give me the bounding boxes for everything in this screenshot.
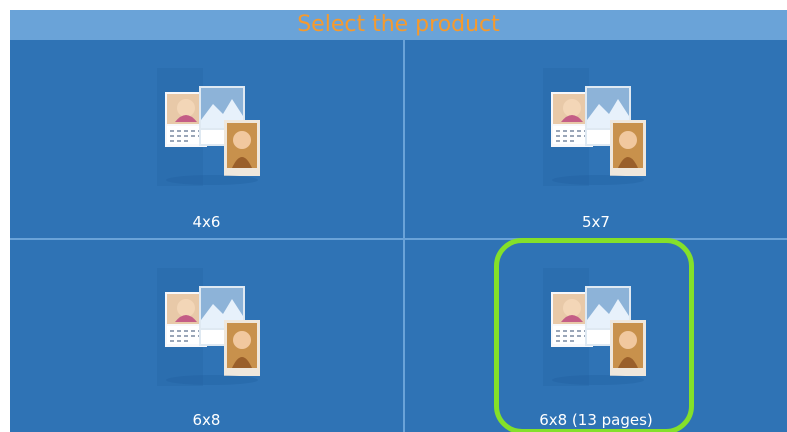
product-label: 6x8 [192, 411, 221, 429]
calendar-photo-product-icon [157, 268, 260, 386]
page-title: Select the product [10, 10, 787, 40]
product-label: 5x7 [582, 213, 610, 231]
calendar-photo-product-icon [157, 68, 260, 186]
product-label: 4x6 [192, 213, 221, 231]
calendar-photo-product-icon [543, 68, 646, 186]
product-tile-4x6[interactable]: 4x6 [10, 40, 403, 238]
product-tile-6x8-13-pages[interactable]: 6x8 (13 pages) [405, 240, 787, 432]
product-tile-6x8[interactable]: 6x8 [10, 240, 403, 432]
product-label: 6x8 (13 pages) [539, 411, 653, 429]
calendar-photo-product-icon [543, 268, 646, 386]
product-tile-5x7[interactable]: 5x7 [405, 40, 787, 238]
product-selection-panel: Select the product 4x6 5x7 6x8 6x8 (13 p… [10, 10, 787, 432]
